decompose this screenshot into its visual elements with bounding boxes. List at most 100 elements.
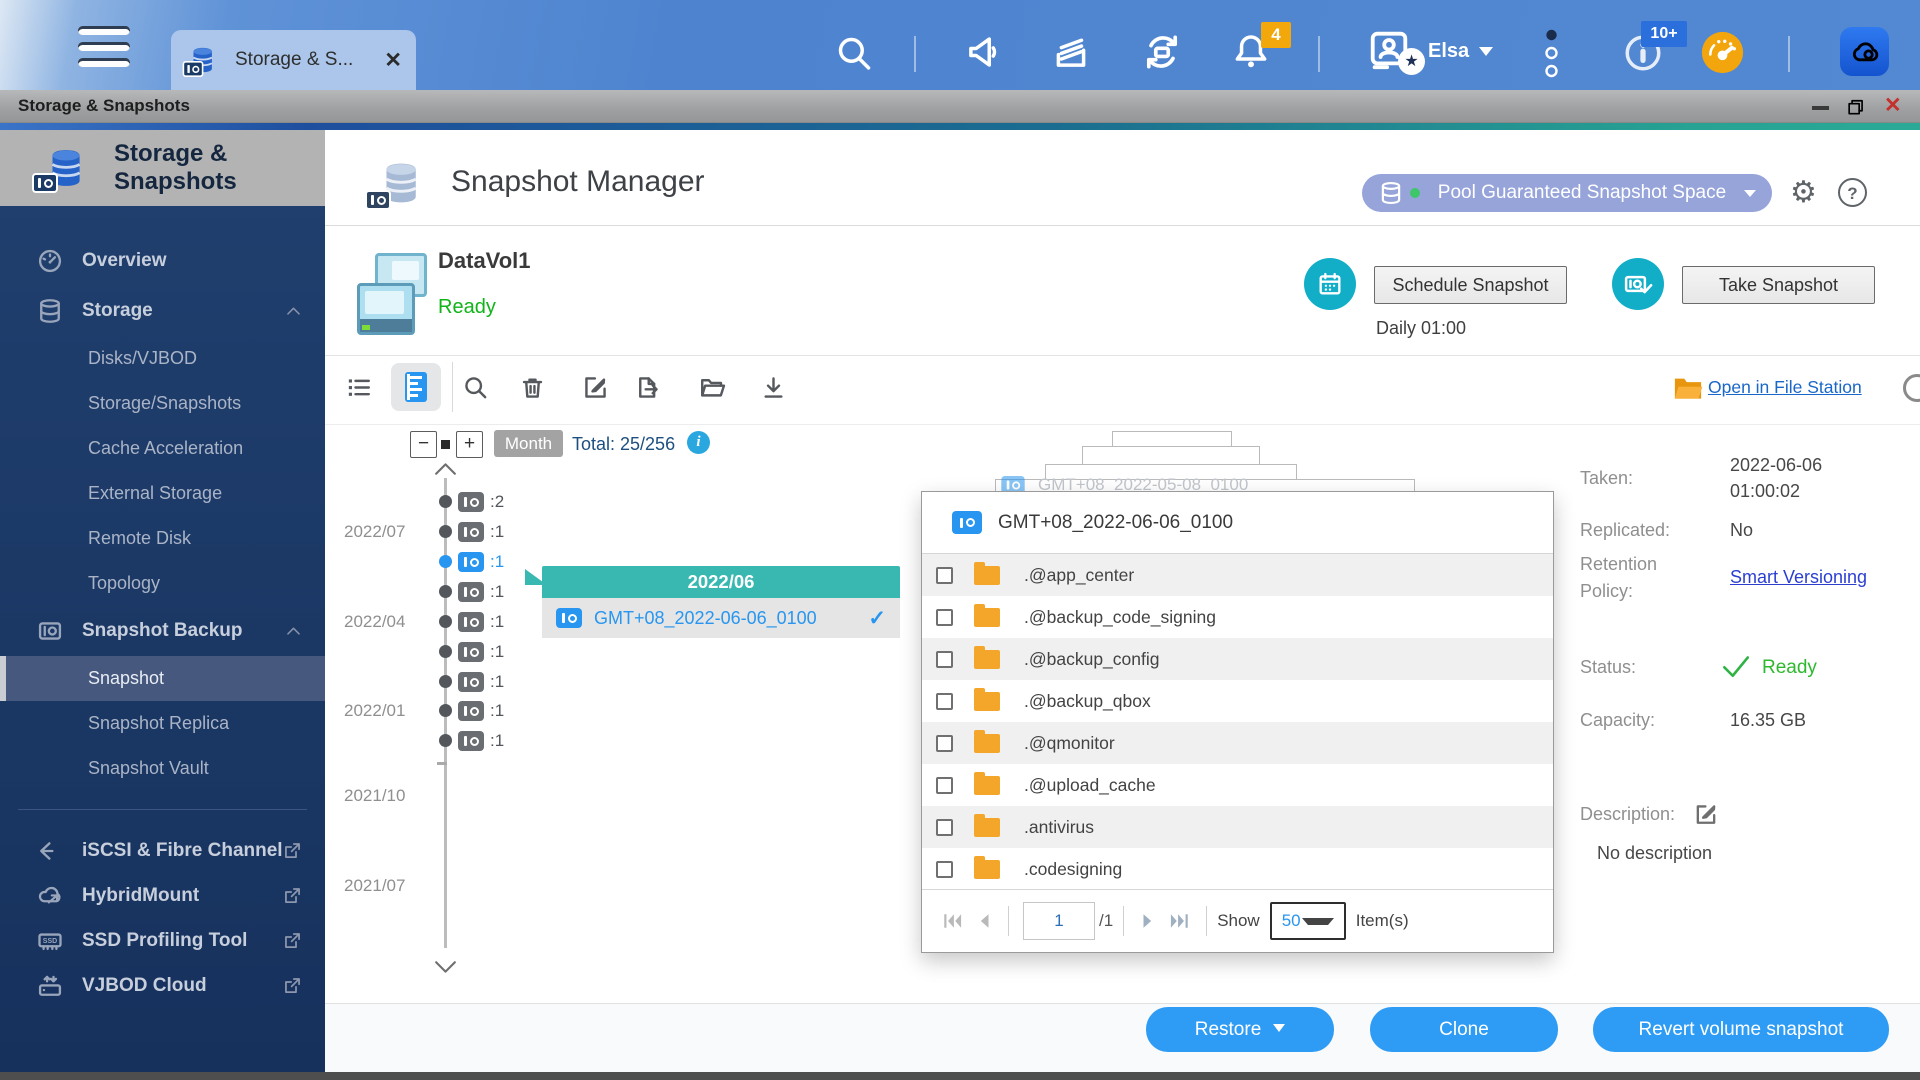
first-page-icon[interactable] <box>942 912 964 930</box>
checkbox[interactable] <box>936 861 953 878</box>
sidebar-item-snapshot-backup[interactable]: Snapshot Backup <box>0 606 325 656</box>
announcement-icon[interactable] <box>963 31 1005 73</box>
zoom-out-button[interactable]: − <box>410 431 437 458</box>
chevron-up-icon[interactable] <box>284 302 303 321</box>
open-folder-icon[interactable] <box>698 373 727 402</box>
previous-page-icon[interactable] <box>976 912 992 930</box>
page-size-value: 50 <box>1282 911 1302 931</box>
timeline-snapshot-item[interactable]: :2 <box>0 492 26 513</box>
last-page-icon[interactable] <box>1168 912 1190 930</box>
smart-versioning-link[interactable]: Smart Versioning <box>1730 567 1867 588</box>
file-row[interactable]: .@upload_cache <box>922 764 1553 806</box>
page-size-select[interactable]: 50 <box>1270 902 1346 940</box>
sidebar-item-storage[interactable]: Storage <box>0 286 325 336</box>
tab-close-icon[interactable]: ✕ <box>384 48 402 73</box>
sidebar-divider <box>18 809 307 810</box>
file-row[interactable]: .antivirus <box>922 806 1553 848</box>
timeline-view-icon[interactable] <box>405 372 427 402</box>
sidebar-item-hybridmount[interactable]: HybridMount <box>0 873 325 918</box>
page-number-input[interactable] <box>1023 902 1095 940</box>
app-tab-storage-snapshots[interactable]: Storage & S... ✕ <box>171 30 416 90</box>
take-snapshot-camera-icon[interactable] <box>1612 258 1664 310</box>
snapshot-camera-icon <box>556 608 582 628</box>
download-icon[interactable] <box>759 373 788 402</box>
checkbox[interactable] <box>936 819 953 836</box>
background-tasks-icon[interactable] <box>1050 31 1092 73</box>
capacity-label: Capacity: <box>1580 710 1655 731</box>
timeline-scroll-down-icon[interactable] <box>433 960 458 975</box>
sync-drive-icon[interactable] <box>1140 30 1184 74</box>
window-close-icon[interactable]: ✕ <box>1884 93 1902 118</box>
file-row[interactable]: .@qmonitor <box>922 722 1553 764</box>
timeline-snapshot-item[interactable]: 2022/07 :1 <box>0 522 26 543</box>
sidebar-item-remote-disk[interactable]: Remote Disk <box>0 516 325 561</box>
snapshot-camera-icon <box>183 61 204 77</box>
timeline-snapshot-item[interactable]: :1 <box>0 642 26 663</box>
file-row[interactable]: .@backup_config <box>922 638 1553 680</box>
schedule-snapshot-button[interactable]: Schedule Snapshot <box>1374 266 1567 304</box>
file-row[interactable]: .@backup_qbox <box>922 680 1553 722</box>
sidebar-item-storage-snapshots[interactable]: Storage/Snapshots <box>0 381 325 426</box>
sidebar-item-disks-vjbod[interactable]: Disks/VJBOD <box>0 336 325 381</box>
info-icon[interactable]: i <box>687 431 710 454</box>
snapshot-card-item[interactable]: GMT+08_2022-06-06_0100 ✓ <box>542 598 900 638</box>
sidebar-item-ssd-profiling-tool[interactable]: SSD SSD Profiling Tool <box>0 918 325 963</box>
settings-gear-icon[interactable]: ⚙ <box>1790 174 1817 212</box>
timeline-snapshot-item[interactable]: :1 <box>0 731 26 752</box>
search-snapshot-icon[interactable] <box>461 373 490 402</box>
export-file-icon[interactable] <box>633 373 662 402</box>
timeline-snapshot-item[interactable]: :1 <box>0 582 26 603</box>
status-dot-green <box>1410 188 1420 198</box>
edit-icon[interactable] <box>581 373 610 402</box>
file-row[interactable]: .@backup_code_signing <box>922 596 1553 638</box>
timeline-scroll-up-icon[interactable] <box>433 461 458 476</box>
revert-volume-snapshot-button[interactable]: Revert volume snapshot <box>1593 1007 1889 1052</box>
checkbox[interactable] <box>936 777 953 794</box>
more-options-kebab-icon[interactable] <box>1544 28 1559 80</box>
checkbox[interactable] <box>936 567 953 584</box>
next-page-icon[interactable] <box>1140 912 1156 930</box>
sidebar-item-topology[interactable]: Topology <box>0 561 325 606</box>
user-menu[interactable]: Elsa <box>1428 40 1493 63</box>
sidebar-item-external-storage[interactable]: External Storage <box>0 471 325 516</box>
restore-button[interactable]: Restore <box>1146 1007 1334 1052</box>
clone-button[interactable]: Clone <box>1370 1007 1558 1052</box>
dashboard-gauge-icon[interactable] <box>1700 30 1745 75</box>
sidebar-item-cache-acceleration[interactable]: Cache Acceleration <box>0 426 325 471</box>
take-snapshot-button[interactable]: Take Snapshot <box>1682 266 1875 304</box>
sidebar-item-snapshot-replica[interactable]: Snapshot Replica <box>0 701 325 746</box>
main-menu-icon[interactable] <box>78 26 130 66</box>
checkbox[interactable] <box>936 735 953 752</box>
sidebar-item-snapshot-vault[interactable]: Snapshot Vault <box>0 746 325 791</box>
file-row[interactable]: .@app_center <box>922 554 1553 596</box>
checkbox[interactable] <box>936 693 953 710</box>
sidebar-item-vjbod-cloud[interactable]: VJBOD Cloud <box>0 963 325 1008</box>
schedule-calendar-icon[interactable] <box>1304 258 1356 310</box>
sidebar-item-overview[interactable]: Overview <box>0 236 325 286</box>
check-icon: ✓ <box>868 606 886 631</box>
window-minimize-icon[interactable] <box>1812 106 1829 110</box>
timeline-snapshot-item-selected[interactable]: :1 <box>0 552 26 573</box>
edit-description-icon[interactable] <box>1692 800 1720 828</box>
external-link-icon <box>282 975 303 996</box>
myqnapcloud-icon[interactable] <box>1840 27 1889 76</box>
file-row[interactable]: .codesigning <box>922 848 1553 890</box>
delete-trash-icon[interactable] <box>518 373 547 402</box>
timeline-snapshot-item[interactable]: :1 <box>0 672 26 693</box>
open-in-file-station-link[interactable]: Open in File Station <box>1708 377 1862 398</box>
timeline-snapshot-item[interactable]: 2022/01 :1 <box>0 701 26 722</box>
checkbox[interactable] <box>936 609 953 626</box>
checkbox[interactable] <box>936 651 953 668</box>
sidebar-app-header: Storage & Snapshots <box>0 130 325 206</box>
timeline-snapshot-item[interactable]: 2022/04 :1 <box>0 612 26 633</box>
sidebar-item-snapshot[interactable]: Snapshot <box>0 656 325 701</box>
help-icon[interactable]: ? <box>1838 178 1867 207</box>
zoom-in-button[interactable]: + <box>456 431 483 458</box>
sidebar-item-iscsi-fibre-channel[interactable]: iSCSI & Fibre Channel <box>0 828 325 873</box>
chevron-up-icon[interactable] <box>284 622 303 641</box>
search-icon[interactable] <box>833 32 875 74</box>
pool-guaranteed-snapshot-space-button[interactable]: Pool Guaranteed Snapshot Space <box>1362 174 1772 212</box>
window-maximize-icon[interactable] <box>1845 97 1865 117</box>
popup-title: GMT+08_2022-06-06_0100 <box>998 512 1233 534</box>
list-view-icon[interactable] <box>344 373 373 402</box>
